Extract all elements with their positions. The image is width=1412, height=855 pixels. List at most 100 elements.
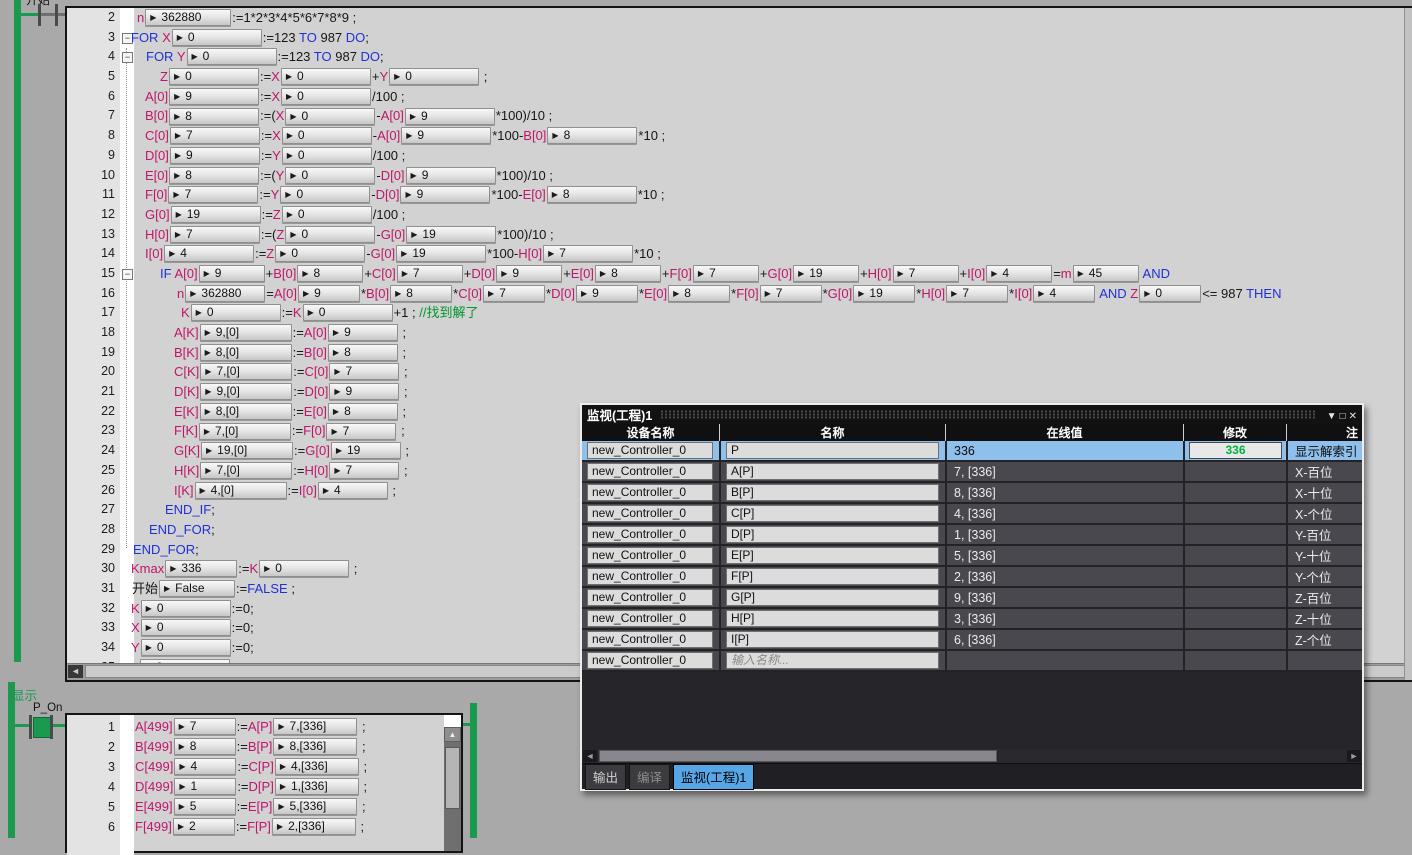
inline-watch-value-box[interactable]: ▶2,[336] (272, 818, 356, 835)
watch-row[interactable]: new_Controller_0输入名称... (582, 651, 1362, 670)
inline-watch-value-box[interactable]: ▶362880 (145, 9, 231, 26)
inline-watch-value-box[interactable]: ▶4,[0] (195, 482, 287, 499)
inline-watch-value-box[interactable]: ▶0 (282, 206, 372, 223)
inline-watch-value-box[interactable]: ▶0 (285, 226, 375, 243)
inline-watch-value-box[interactable]: ▶9 (170, 147, 260, 164)
variable-name-field[interactable]: E[P] (726, 547, 939, 564)
device-name-field[interactable]: new_Controller_0 (587, 526, 713, 543)
inline-watch-value-box[interactable]: ▶7,[336] (273, 718, 357, 735)
inline-watch-value-box[interactable]: ▶1 (174, 778, 236, 795)
inline-watch-value-box[interactable]: ▶8 (297, 265, 363, 282)
inline-watch-value-box[interactable]: ▶1,[336] (275, 778, 359, 795)
device-name-field[interactable]: new_Controller_0 (587, 463, 713, 480)
inline-watch-value-box[interactable]: ▶9 (401, 127, 491, 144)
inline-watch-value-box[interactable]: ▶5,[336] (273, 798, 357, 815)
variable-name-field[interactable]: H[P] (726, 610, 939, 627)
device-name-field[interactable]: new_Controller_0 (587, 652, 713, 669)
inline-watch-value-box[interactable]: ▶0 (282, 147, 372, 164)
inline-watch-value-box[interactable]: ▶8 (169, 167, 259, 184)
inline-watch-value-box[interactable]: ▶19 (331, 442, 401, 459)
inline-watch-value-box[interactable]: ▶362880 (185, 285, 265, 302)
inline-watch-value-box[interactable]: ▶8,[0] (200, 344, 292, 361)
watch-close-button[interactable]: ✕ (1349, 411, 1357, 422)
inline-watch-value-box[interactable]: ▶0 (281, 88, 371, 105)
inline-watch-value-box[interactable]: ▶9,[0] (200, 324, 292, 341)
device-name-field[interactable]: new_Controller_0 (587, 568, 713, 585)
inline-watch-value-box[interactable]: ▶9 (576, 285, 638, 302)
device-name-field[interactable]: new_Controller_0 (587, 610, 713, 627)
inline-watch-value-box[interactable]: ▶0 (141, 639, 231, 656)
inline-watch-value-box[interactable]: ▶9 (169, 88, 259, 105)
inline-watch-value-box[interactable]: ▶0 (303, 304, 393, 321)
inline-watch-value-box[interactable]: ▶8,[336] (273, 738, 357, 755)
inline-watch-value-box[interactable]: ▶7 (693, 265, 759, 282)
inline-watch-value-box[interactable]: ▶4 (164, 245, 254, 262)
inline-watch-value-box[interactable]: ▶45 (1073, 265, 1139, 282)
inline-watch-value-box[interactable]: ▶9 (298, 285, 360, 302)
inline-watch-value-box[interactable]: ▶8 (547, 186, 637, 203)
device-name-field[interactable]: new_Controller_0 (587, 505, 713, 522)
watch-row[interactable]: new_Controller_0A[P]7, [336]X-百位 (582, 462, 1362, 481)
variable-name-field[interactable]: C[P] (726, 505, 939, 522)
inline-watch-value-box[interactable]: ▶4 (986, 265, 1052, 282)
scrollbar-thumb[interactable] (599, 750, 997, 762)
inline-watch-value-box[interactable]: ▶19,[0] (201, 442, 293, 459)
variable-name-field[interactable]: G[P] (726, 589, 939, 606)
inline-watch-value-box[interactable]: ▶0 (280, 186, 370, 203)
inline-watch-value-box[interactable]: ▶5 (174, 798, 236, 815)
inline-watch-value-box[interactable]: ▶8 (328, 403, 398, 420)
inline-watch-value-box[interactable]: ▶4 (318, 482, 388, 499)
inline-watch-value-box[interactable]: ▶0 (285, 108, 375, 125)
variable-name-field[interactable]: P (726, 442, 939, 459)
inline-watch-value-box[interactable]: ▶7 (168, 186, 258, 203)
inline-watch-value-box[interactable]: ▶0 (187, 48, 277, 65)
panel-tab[interactable]: 编译 (629, 764, 670, 790)
inline-watch-value-box[interactable]: ▶7 (893, 265, 959, 282)
watch-row[interactable]: new_Controller_0B[P]8, [336]X-十位 (582, 483, 1362, 502)
panel-tab[interactable]: 输出 (585, 764, 626, 790)
inline-watch-value-box[interactable]: ▶8,[0] (200, 403, 292, 420)
watch-horizontal-scrollbar[interactable]: ◄ ► (582, 749, 1362, 763)
panel-tab[interactable]: 监视(工程)1 (673, 764, 754, 790)
inline-watch-value-box[interactable]: ▶2 (173, 818, 235, 835)
scrollbar-thumb[interactable] (445, 747, 460, 809)
inline-watch-value-box[interactable]: ▶9 (199, 265, 265, 282)
inline-watch-value-box[interactable]: ▶9 (406, 167, 496, 184)
modify-value-field[interactable]: 336 (1189, 442, 1282, 459)
watch-collapse-button[interactable]: ▼ (1327, 411, 1337, 422)
inline-watch-value-box[interactable]: ▶0 (285, 167, 375, 184)
inline-watch-value-box[interactable]: ▶19 (793, 265, 859, 282)
inline-watch-value-box[interactable]: ▶9 (405, 108, 495, 125)
watch-row[interactable]: new_Controller_0F[P]2, [336]Y-个位 (582, 567, 1362, 586)
fold-collapse-icon[interactable]: − (122, 52, 133, 63)
variable-name-field[interactable]: F[P] (726, 568, 939, 585)
inline-watch-value-box[interactable]: ▶0 (169, 68, 259, 85)
variable-name-field[interactable]: I[P] (726, 631, 939, 648)
device-name-field[interactable]: new_Controller_0 (587, 631, 713, 648)
variable-name-field[interactable]: A[P] (726, 463, 939, 480)
inline-watch-value-box[interactable]: ▶0 (275, 245, 365, 262)
column-header-comment[interactable]: 注 (1286, 424, 1362, 441)
fold-collapse-icon[interactable]: − (122, 269, 133, 280)
inline-watch-value-box[interactable]: ▶0 (281, 68, 371, 85)
inline-watch-value-box[interactable]: ▶4,[336] (275, 758, 359, 775)
inline-watch-value-box[interactable]: ▶0 (389, 68, 479, 85)
inline-watch-value-box[interactable]: ▶0 (282, 127, 372, 144)
inline-watch-value-box[interactable]: ▶8 (595, 265, 661, 282)
inline-watch-value-box[interactable]: ▶19 (853, 285, 915, 302)
inline-watch-value-box[interactable]: ▶7 (170, 127, 260, 144)
inline-watch-value-box[interactable]: ▶7 (946, 285, 1008, 302)
inline-watch-value-box[interactable]: ▶7,[0] (200, 462, 292, 479)
inline-watch-value-box[interactable]: ▶8 (390, 285, 452, 302)
inline-watch-value-box[interactable]: ▶4 (1033, 285, 1095, 302)
inline-watch-value-box[interactable]: ▶7 (397, 265, 463, 282)
watch-row[interactable]: new_Controller_0I[P]6, [336]Z-个位 (582, 630, 1362, 649)
inline-watch-value-box[interactable]: ▶7 (326, 423, 396, 440)
watch-row[interactable]: new_Controller_0H[P]3, [336]Z-十位 (582, 609, 1362, 628)
inline-watch-value-box[interactable]: ▶8 (668, 285, 730, 302)
watch-row[interactable]: new_Controller_0P336336显示解索引 (582, 441, 1362, 460)
scroll-up-button[interactable]: ▲ (444, 727, 461, 742)
watch-row[interactable]: new_Controller_0C[P]4, [336]X-个位 (582, 504, 1362, 523)
device-name-field[interactable]: new_Controller_0 (587, 484, 713, 501)
inline-watch-value-box[interactable]: ▶7,[0] (200, 363, 292, 380)
